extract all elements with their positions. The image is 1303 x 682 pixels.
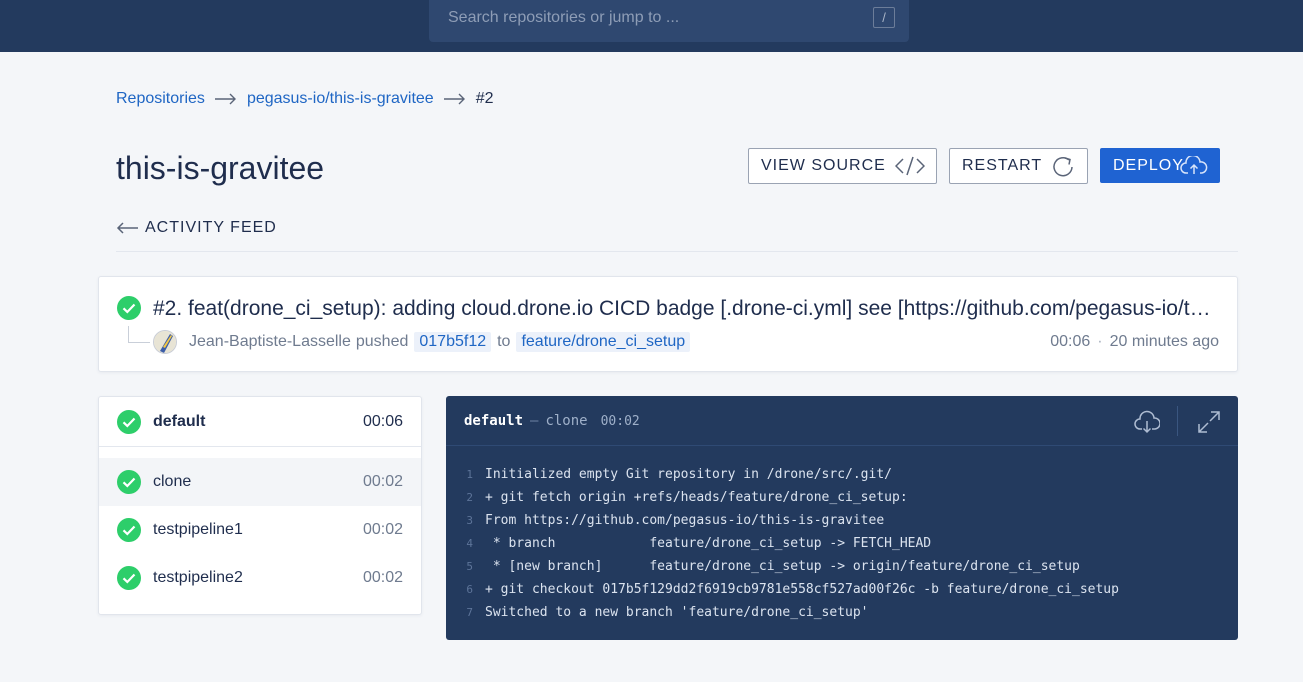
log-line: 7 Switched to a new branch 'feature/drone… [446, 601, 1238, 624]
log-line: 3 From https://github.com/pegasus-io/this… [446, 509, 1238, 532]
log-line: 2 + git fetch origin +refs/heads/feature/… [446, 486, 1238, 509]
restart-button[interactable]: RESTART [949, 148, 1088, 184]
arrow-right-icon [214, 93, 236, 105]
step-name: testpipeline2 [153, 569, 243, 586]
check-circle-icon [117, 518, 141, 542]
arrow-left-icon [116, 222, 138, 234]
restart-label: RESTART [962, 157, 1043, 174]
log-title: default — clone 00:02 [464, 413, 640, 429]
breadcrumb-repositories[interactable]: Repositories [116, 90, 205, 108]
line-number: 2 [466, 491, 473, 504]
build-to: to [497, 333, 511, 350]
search-shortcut-hint: / [873, 7, 895, 28]
check-circle-icon [117, 296, 141, 320]
log-line: 1 Initialized empty Git repository in /dr… [446, 463, 1238, 486]
line-number: 5 [466, 560, 473, 573]
log-header: default — clone 00:02 [446, 396, 1238, 446]
top-bar: / [0, 0, 1303, 52]
deploy-label: DEPLOY [1113, 156, 1184, 174]
check-circle-icon [117, 566, 141, 590]
activity-feed-link[interactable]: ACTIVITY FEED [116, 218, 277, 238]
step-item[interactable]: clone 00:02 [99, 458, 421, 506]
stage-header[interactable]: default 00:06 [99, 397, 421, 447]
check-circle-icon [117, 410, 141, 434]
build-timing: 00:06 · 20 minutes ago [1050, 333, 1219, 350]
refresh-icon [1053, 156, 1073, 177]
line-number: 4 [466, 537, 473, 550]
line-text: + git fetch origin +refs/heads/feature/d… [485, 490, 908, 505]
log-line: 4 * branch feature/drone_ci_setup -> FET… [446, 532, 1238, 555]
step-name: testpipeline1 [153, 521, 243, 538]
log-time: 00:02 [600, 413, 640, 429]
log-panel: default — clone 00:02 1 Initialized empty… [446, 396, 1238, 640]
step-time: 00:02 [362, 569, 403, 586]
branch-name[interactable]: feature/drone_ci_setup [516, 332, 691, 352]
log-output: 1 Initialized empty Git repository in /dr… [446, 463, 1238, 624]
cloud-download-icon[interactable] [1134, 409, 1160, 435]
breadcrumb-repo[interactable]: pegasus-io/this-is-gravitee [247, 90, 434, 108]
build-duration: 00:06 [1050, 333, 1091, 350]
expand-icon[interactable] [1196, 409, 1222, 435]
log-line: 6 + git checkout 017b5f129dd2f6919cb9781e… [446, 578, 1238, 601]
view-source-label: VIEW SOURCE [761, 157, 886, 174]
arrow-right-icon [443, 93, 465, 105]
commit-hash[interactable]: 017b5f12 [414, 332, 492, 352]
pipeline-steps-card: default 00:06 clone 00:02 testpipeline1 … [98, 396, 422, 615]
tree-connector [128, 326, 150, 343]
search-input[interactable] [429, 0, 869, 36]
step-name: clone [153, 473, 192, 490]
step-time: 00:02 [362, 521, 403, 538]
step-time: 00:02 [362, 473, 403, 490]
divider [116, 251, 1238, 252]
log-stage: default [464, 413, 524, 429]
line-text: Initialized empty Git repository in /dro… [485, 467, 892, 482]
avatar [153, 330, 177, 354]
build-title: #2. feat(drone_ci_setup): adding cloud.d… [153, 297, 1219, 320]
search-box[interactable]: / [429, 0, 909, 42]
view-source-button[interactable]: VIEW SOURCE [748, 148, 937, 184]
line-text: * [new branch] feature/drone_ci_setup ->… [485, 559, 1080, 574]
log-step: clone [545, 413, 588, 429]
build-meta: Jean-Baptiste-Lasselle pushed 017b5f12 t… [189, 331, 696, 353]
stage-name: default [153, 413, 206, 430]
line-number: 7 [466, 606, 473, 619]
deploy-button[interactable]: DEPLOY [1100, 148, 1220, 183]
check-circle-icon [117, 470, 141, 494]
line-number: 3 [466, 514, 473, 527]
breadcrumb: Repositories pegasus-io/this-is-gravitee… [116, 88, 493, 110]
line-number: 1 [466, 468, 473, 481]
build-author: Jean-Baptiste-Lasselle [189, 333, 351, 350]
build-card: #2. feat(drone_ci_setup): adding cloud.d… [98, 276, 1238, 372]
line-number: 6 [466, 583, 473, 596]
line-text: Switched to a new branch 'feature/drone_… [485, 605, 869, 620]
line-text: + git checkout 017b5f129dd2f6919cb9781e5… [485, 582, 1119, 597]
step-item[interactable]: testpipeline2 00:02 [99, 554, 421, 602]
code-icon [895, 156, 925, 176]
build-ago: 20 minutes ago [1109, 333, 1219, 350]
log-separator: — [530, 413, 539, 429]
breadcrumb-current: #2 [475, 90, 494, 107]
line-text: * branch feature/drone_ci_setup -> FETCH… [485, 536, 932, 551]
cloud-upload-icon [1180, 156, 1208, 174]
activity-feed-label: ACTIVITY FEED [145, 219, 277, 236]
log-line: 5 * [new branch] feature/drone_ci_setup … [446, 555, 1238, 578]
stage-time: 00:06 [362, 413, 403, 430]
build-action: pushed [355, 333, 409, 350]
step-item[interactable]: testpipeline1 00:02 [99, 506, 421, 554]
header-divider [1177, 406, 1178, 436]
line-text: From https://github.com/pegasus-io/this-… [485, 513, 885, 528]
page-title: this-is-gravitee [116, 150, 325, 186]
